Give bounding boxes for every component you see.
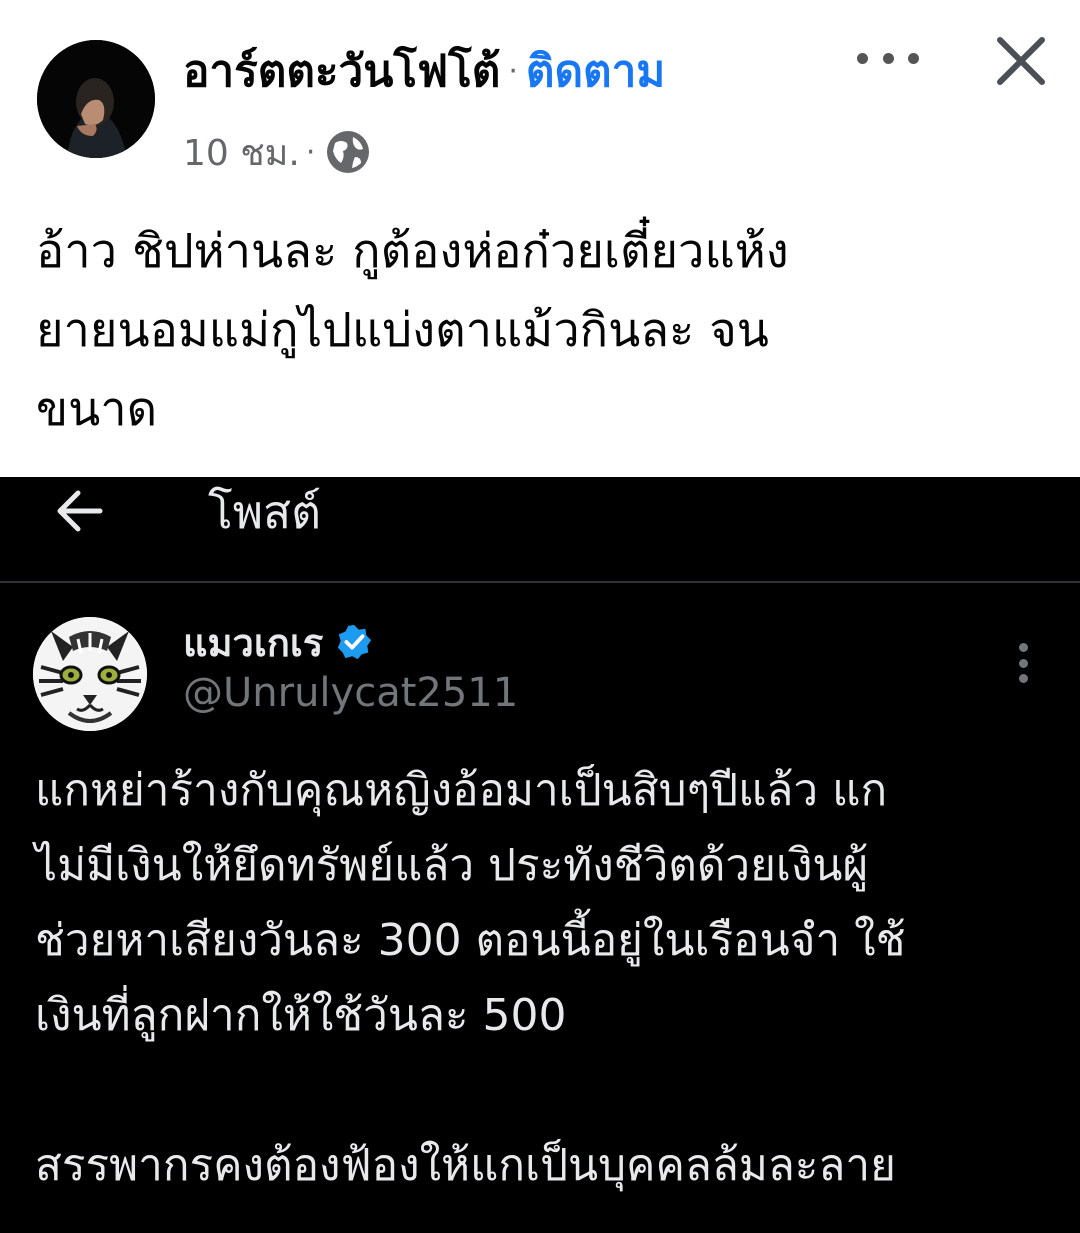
tweet-header-title: โพสต์ [208,485,321,539]
post-text-line: อ้าว ชิปห่านละ กูต้องห่อก๋วยเตี๋ยวแห้ง [36,224,789,279]
tweet-text-line: ไม่มีเงินให้ยึดทรัพย์แล้ว ประทังชีวิตด้ว… [35,840,869,891]
post-body: อ้าว ชิปห่านละ กูต้องห่อก๋วยเตี๋ยวแห้ง ย… [36,212,1036,449]
tweet-author-name[interactable]: แมวเกเร [183,612,323,673]
tweet-text-line: แกหย่าร้างกับคุณหญิงอ้อมาเป็นสิบๆปีแล้ว … [35,765,888,816]
close-icon[interactable] [990,30,1052,92]
cat-face-image [33,617,147,731]
header-divider [0,581,1080,583]
globe-icon [327,131,370,173]
more-vertical-icon[interactable] [1016,643,1030,683]
tweet-screenshot: โพสต์ แมวเกเร @Unrulycat2511 แกหย่าร้างก… [0,477,1080,1233]
separator-dot: · [508,53,518,89]
facebook-post: อาร์ตตะวันโฟโต้ · ติดตาม 10 ชม. · อ้าว ช… [0,0,1080,477]
separator-dot: · [305,134,316,170]
follow-button[interactable]: ติดตาม [526,36,665,106]
tweet-text-line: เงินที่ลูกฝากให้ใช้วันละ 500 [35,990,567,1041]
post-text-line: ยายนอมแม่กูไปแบ่งตาแม้วกินละ จน [36,303,769,358]
post-text-line: ขนาด [36,382,158,437]
avatar-photo [37,40,155,158]
tweet-author-avatar[interactable] [33,617,147,731]
tweet-text-line: สรรพากรคงต้องฟ้องให้แกเป็นบุคคลล้มละลาย [35,1140,896,1191]
author-line: อาร์ตตะวันโฟโต้ · ติดตาม [183,36,665,106]
tweet-text-line: ช่วยหาเสียงวันละ 300 ตอนนี้อยู่ในเรือนจำ… [35,915,906,966]
verified-badge-icon [338,624,372,660]
author-avatar[interactable] [37,40,155,158]
back-arrow-icon[interactable] [52,483,108,539]
author-name[interactable]: อาร์ตตะวันโฟโต้ [183,36,500,106]
post-time[interactable]: 10 ชม. [183,124,300,181]
tweet-body: แกหย่าร้างกับคุณหญิงอ้อมาเป็นสิบๆปีแล้ว … [35,753,1045,1203]
more-horizontal-icon[interactable] [857,38,919,78]
post-meta: 10 ชม. · [183,126,371,178]
tweet-author-line: แมวเกเร [183,617,373,667]
tweet-author-handle[interactable]: @Unrulycat2511 [183,670,518,716]
